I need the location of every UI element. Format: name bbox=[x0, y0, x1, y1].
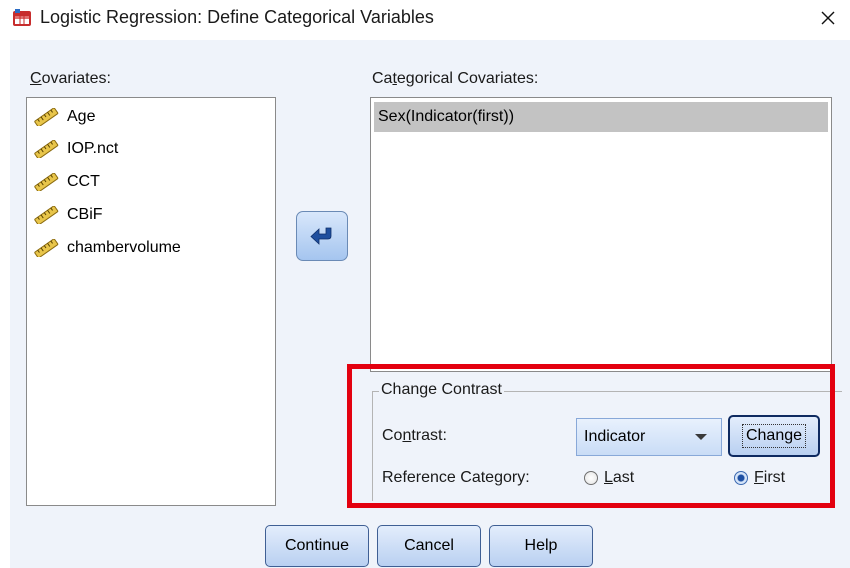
covariates-label-text: ovariates: bbox=[41, 70, 111, 87]
categorical-covariates-list[interactable]: Sex(Indicator(first)) bbox=[370, 97, 832, 372]
scale-ruler-icon bbox=[34, 239, 59, 257]
title-bar: Logistic Regression: Define Categorical … bbox=[0, 0, 850, 36]
categorical-covariates-label: Categorical Covariates: bbox=[372, 70, 538, 88]
cancel-button[interactable]: Cancel bbox=[377, 525, 481, 567]
covariate-label: chambervolume bbox=[67, 239, 181, 256]
highlight-frame bbox=[347, 364, 835, 508]
window-title: Logistic Regression: Define Categorical … bbox=[40, 7, 434, 27]
list-item[interactable]: CBiF bbox=[33, 202, 103, 228]
scale-ruler-icon bbox=[34, 173, 59, 191]
covariate-label: IOP.nct bbox=[67, 140, 119, 157]
arrow-left-icon bbox=[310, 227, 332, 245]
covariate-label: CCT bbox=[67, 173, 100, 190]
list-item[interactable]: IOP.nct bbox=[33, 136, 118, 162]
list-item[interactable]: Sex(Indicator(first)) bbox=[374, 102, 828, 132]
spss-app-icon bbox=[13, 9, 31, 26]
close-button[interactable] bbox=[808, 2, 848, 34]
continue-button[interactable]: Continue bbox=[265, 525, 369, 567]
covariate-label: CBiF bbox=[67, 206, 103, 223]
move-to-covariates-button[interactable] bbox=[296, 211, 348, 261]
categorical-item-label: Sex(Indicator(first)) bbox=[378, 108, 515, 125]
list-item[interactable]: chambervolume bbox=[33, 235, 181, 261]
scale-ruler-icon bbox=[34, 140, 59, 158]
categorical-label-part: egorical Covariates: bbox=[396, 70, 539, 87]
categorical-label-part: Ca bbox=[372, 70, 393, 87]
list-item[interactable]: Age bbox=[33, 104, 95, 130]
covariates-label: Covariates: bbox=[30, 70, 111, 88]
covariates-mnemonic: C bbox=[30, 70, 42, 87]
close-icon bbox=[821, 11, 835, 25]
help-button[interactable]: Help bbox=[489, 525, 593, 567]
scale-ruler-icon bbox=[34, 206, 59, 224]
scale-ruler-icon bbox=[34, 108, 59, 126]
covariates-list[interactable]: Age IOP.nct CCT CBiF chambervolume bbox=[26, 97, 276, 506]
covariate-label: Age bbox=[67, 108, 96, 125]
list-item[interactable]: CCT bbox=[33, 169, 100, 195]
